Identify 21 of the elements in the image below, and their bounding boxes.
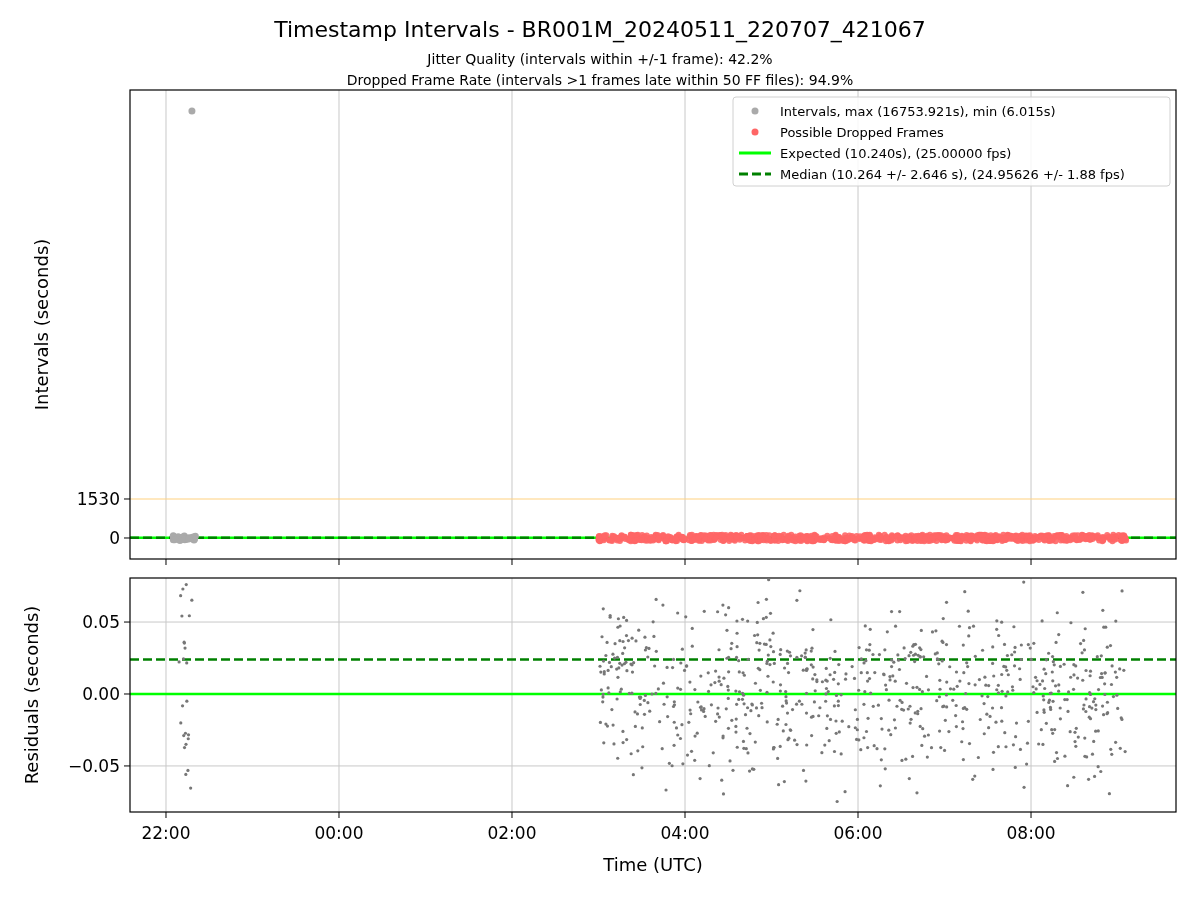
legend-label: Median (10.264 +/- 2.646 s), (24.95626 +/- 1.88 fps) (780, 166, 1125, 182)
y-axis-label: Intervals (seconds) (31, 238, 52, 411)
x-tick-label: 00:00 (314, 823, 364, 843)
x-tick-label: 04:00 (660, 823, 710, 843)
x-axis-label: Time (UTC) (603, 854, 703, 875)
legend-label: Possible Dropped Frames (780, 124, 944, 140)
legend-label: Intervals, max (16753.921s), min (6.015s) (780, 103, 1056, 119)
y-tick-label: 0 (109, 528, 120, 548)
y-axis-label: Residuals (seconds) (21, 605, 42, 785)
legend-label: Expected (10.240s), (25.00000 fps) (780, 145, 1012, 161)
x-tick-label: 08:00 (1006, 823, 1056, 843)
y-tick-label: −0.05 (67, 755, 120, 776)
y-tick-label: 1530 (76, 489, 120, 509)
x-tick-label: 02:00 (487, 823, 537, 843)
chart-subtitle: Dropped Frame Rate (intervals >1 frames late within 50 FF files): 94.9% (346, 72, 854, 88)
x-tick-label: 06:00 (833, 823, 883, 843)
chart-title: Timestamp Intervals - BR001M_20240511_220707_421067 (274, 17, 926, 42)
y-tick-label: 0.00 (82, 684, 120, 704)
x-tick-label: 22:00 (141, 823, 191, 843)
chart-subtitle: Jitter Quality (intervals within +/-1 frame): 42.2% (427, 51, 773, 67)
y-tick-label: 0.05 (82, 612, 120, 633)
